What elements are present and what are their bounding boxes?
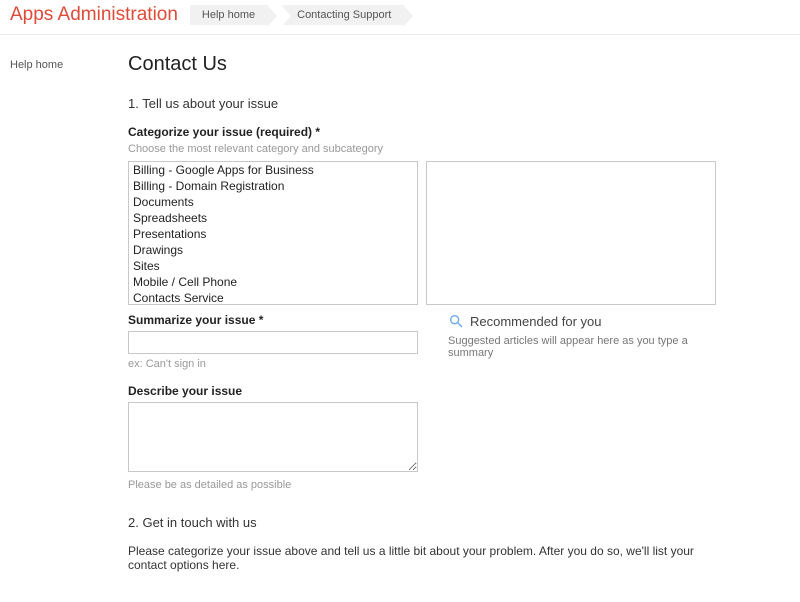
list-item[interactable]: Presentations (129, 226, 417, 242)
describe-label: Describe your issue (128, 384, 418, 398)
list-item[interactable]: Contacts Service (129, 290, 417, 305)
section1-heading: 1. Tell us about your issue (128, 96, 728, 111)
search-icon (448, 313, 464, 329)
sidebar-item-help-home[interactable]: Help home (10, 59, 128, 71)
app-title: Apps Administration (10, 4, 178, 26)
list-item[interactable]: Drawings (129, 242, 417, 258)
list-item[interactable]: Documents (129, 194, 417, 210)
list-item[interactable]: Billing - Domain Registration (129, 178, 417, 194)
section2-text: Please categorize your issue above and t… (128, 544, 728, 572)
summarize-hint: ex: Can't sign in (128, 358, 418, 370)
sidebar: Help home (0, 35, 128, 602)
describe-hint: Please be as detailed as possible (128, 479, 418, 491)
category-listbox[interactable]: Billing - Google Apps for Business Billi… (128, 161, 418, 305)
breadcrumb-contacting-support[interactable]: Contacting Support (281, 5, 403, 25)
summarize-input[interactable] (128, 331, 418, 354)
categorize-label: Categorize your issue (required) * (128, 125, 728, 139)
main-content: Contact Us 1. Tell us about your issue C… (128, 35, 768, 602)
breadcrumb: Help home Contacting Support (190, 5, 417, 25)
list-item[interactable]: Spreadsheets (129, 210, 417, 226)
list-item[interactable]: Mobile / Cell Phone (129, 274, 417, 290)
section2-heading: 2. Get in touch with us (128, 515, 728, 530)
summarize-label: Summarize your issue * (128, 313, 418, 327)
subcategory-listbox[interactable] (426, 161, 716, 305)
recommended-title: Recommended for you (470, 314, 602, 329)
describe-textarea[interactable] (128, 402, 418, 472)
categorize-hint: Choose the most relevant category and su… (128, 143, 728, 155)
page-title: Contact Us (128, 53, 728, 76)
header: Apps Administration Help home Contacting… (0, 0, 800, 35)
recommended-text: Suggested articles will appear here as y… (448, 335, 728, 359)
list-item[interactable]: Billing - Google Apps for Business (129, 162, 417, 178)
breadcrumb-help-home[interactable]: Help home (190, 5, 267, 25)
list-item[interactable]: Sites (129, 258, 417, 274)
